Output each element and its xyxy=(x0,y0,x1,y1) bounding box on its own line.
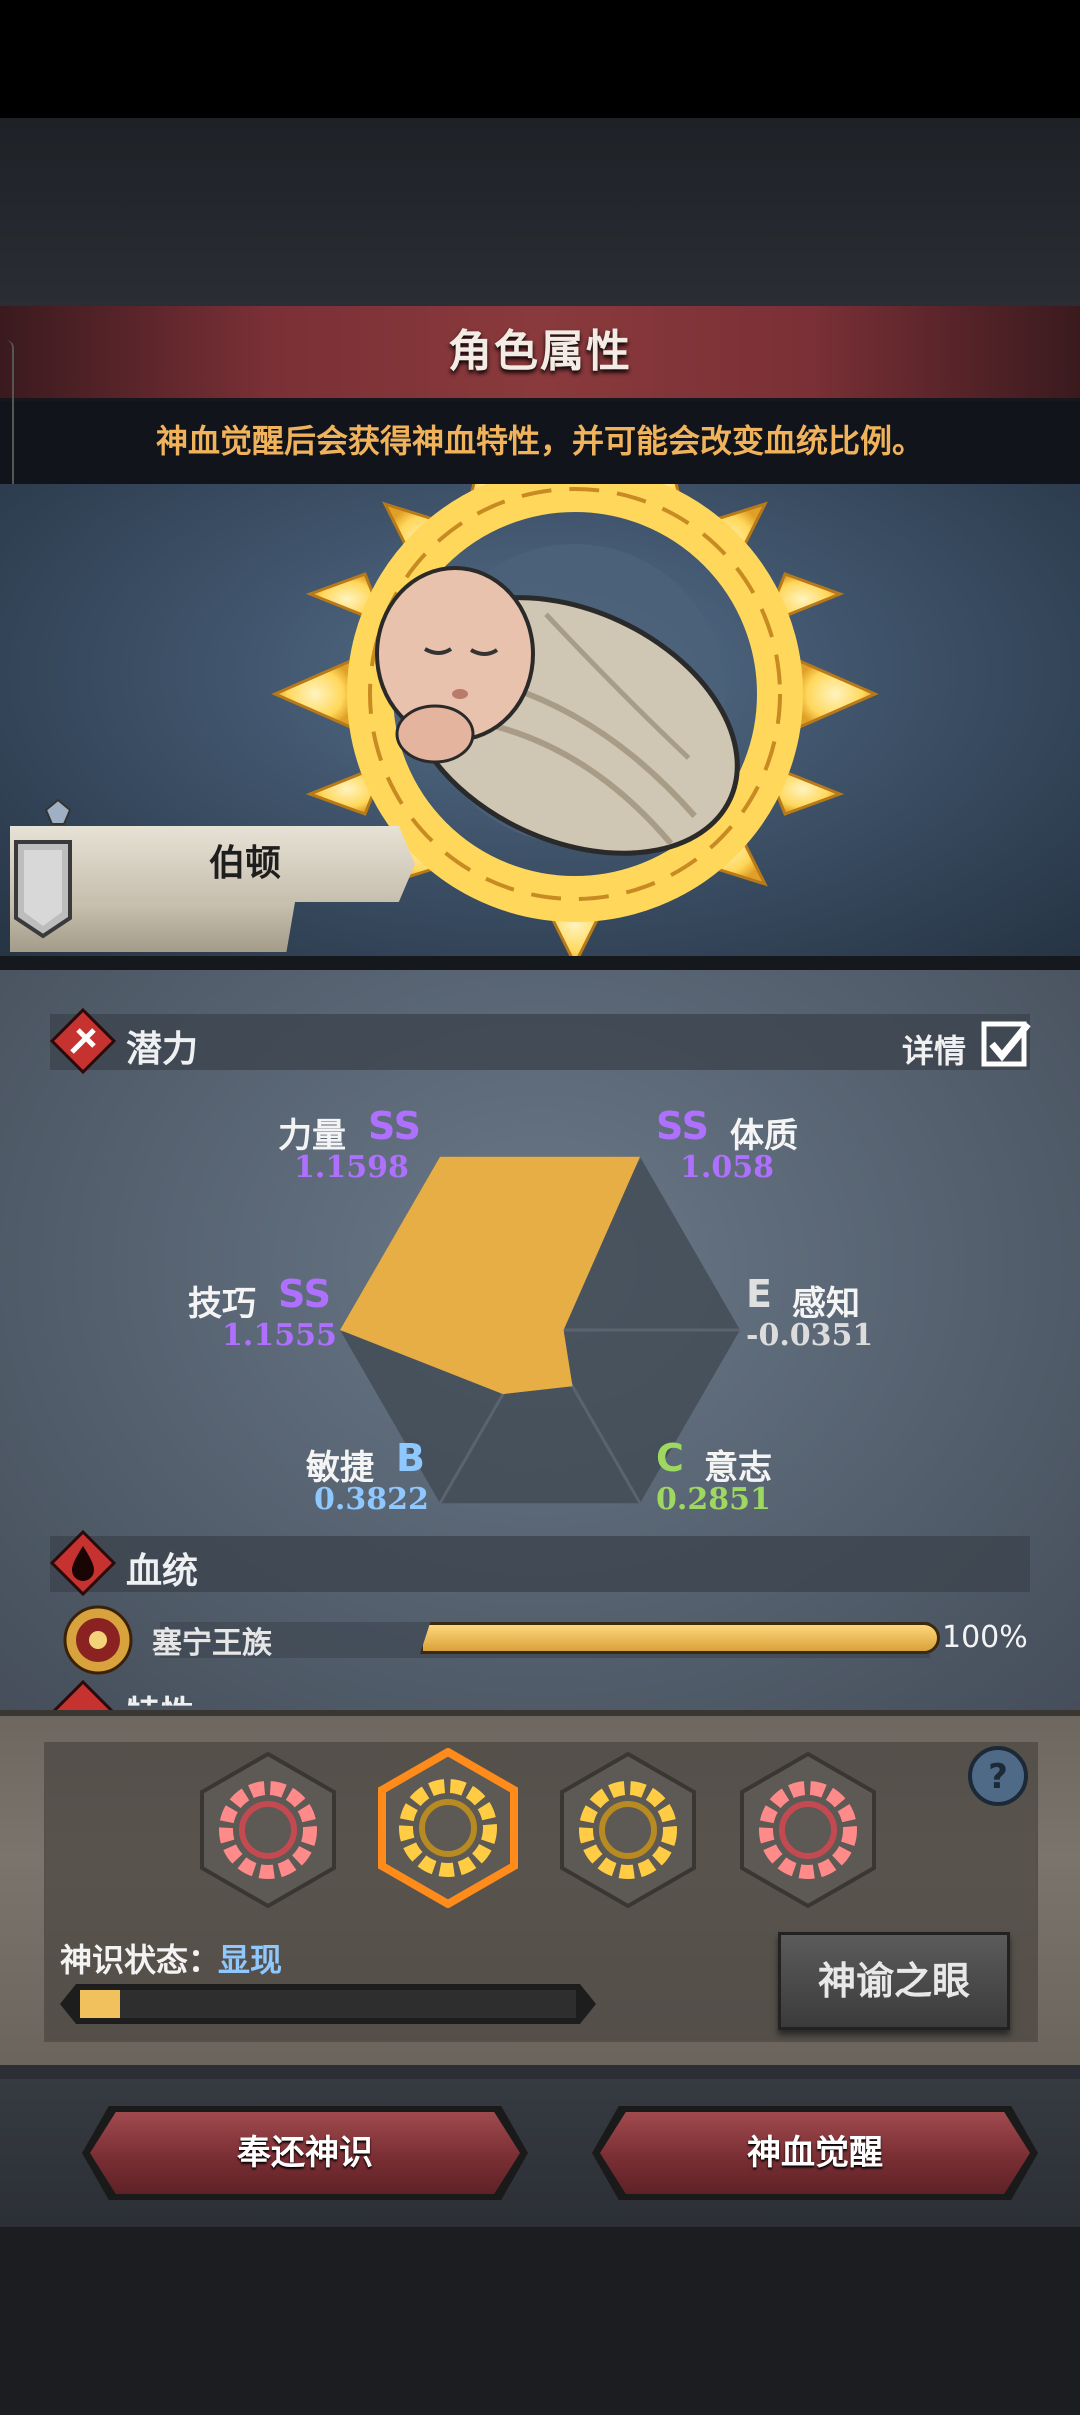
royal-crest-icon xyxy=(63,1605,133,1675)
gold-sun-emblem-slot-selected[interactable] xyxy=(378,1748,518,1908)
rank-icon xyxy=(44,798,72,825)
red-sun-emblem-slot-4[interactable] xyxy=(738,1750,878,1910)
potential-icon xyxy=(50,1008,116,1074)
bloodline-title: 血统 xyxy=(126,1551,199,1592)
stat-grade-strength: SS xyxy=(368,1104,422,1148)
lineage-name: 塞宁王族 xyxy=(152,1626,272,1661)
shield-icon xyxy=(14,840,72,939)
page-title: 角色属性 xyxy=(448,326,632,377)
title-banner: 角色属性 xyxy=(0,306,1080,401)
potential-title: 潜力 xyxy=(126,1029,199,1070)
stat-grade-agility: B xyxy=(396,1436,425,1480)
stat-value-strength: 1.1598 xyxy=(294,1150,409,1185)
hint-strip: 神血觉醒后会获得神血特性，并可能会改变血统比例。 xyxy=(0,398,1080,484)
stat-value-agility: 0.3822 xyxy=(314,1482,429,1517)
divine-progress-inner xyxy=(80,1990,576,2018)
divine-status-label: 神识状态： xyxy=(60,1941,221,1979)
stat-value-perception: -0.0351 xyxy=(746,1318,874,1353)
oracle-eye-button[interactable]: 神谕之眼 xyxy=(778,1932,1010,2030)
stat-value-skill: 1.1555 xyxy=(222,1318,337,1353)
stat-grade-constitution: SS xyxy=(656,1104,710,1148)
red-sun-emblem-slot-1[interactable] xyxy=(198,1750,338,1910)
stat-grade-willpower: C xyxy=(656,1436,684,1480)
detail-checkbox[interactable] xyxy=(980,1018,1032,1070)
return-divine-sense-button[interactable]: 奉还神识 xyxy=(90,2112,520,2194)
gold-sun-emblem-slot-3[interactable] xyxy=(558,1750,698,1910)
lineage-percent: 100% xyxy=(942,1620,1028,1655)
top-band xyxy=(0,118,1080,306)
status-bar xyxy=(0,0,1080,118)
stat-grade-skill: SS xyxy=(278,1272,332,1316)
stat-value-constitution: 1.058 xyxy=(680,1150,774,1185)
svg-text:?: ? xyxy=(988,1757,1008,1797)
divine-progress-fill xyxy=(80,1990,120,2018)
detail-label: 详情 xyxy=(902,1032,967,1070)
help-icon[interactable]: ? xyxy=(966,1744,1030,1808)
divine-status-value: 显现 xyxy=(218,1941,283,1979)
lineage-bar xyxy=(420,1622,940,1654)
stat-grade-perception: E xyxy=(746,1272,772,1316)
stat-value-willpower: 0.2851 xyxy=(656,1482,771,1517)
divine-blood-awakening-button[interactable]: 神血觉醒 xyxy=(600,2112,1030,2194)
trait-icon xyxy=(52,1680,114,1710)
bottom-area xyxy=(0,2227,1080,2415)
divider xyxy=(0,2065,1080,2079)
character-name: 伯顿 xyxy=(208,843,281,884)
bloodline-icon xyxy=(50,1530,116,1596)
divider xyxy=(0,956,1080,970)
awakening-hint: 神血觉醒后会获得神血特性，并可能会改变血统比例。 xyxy=(155,422,924,460)
